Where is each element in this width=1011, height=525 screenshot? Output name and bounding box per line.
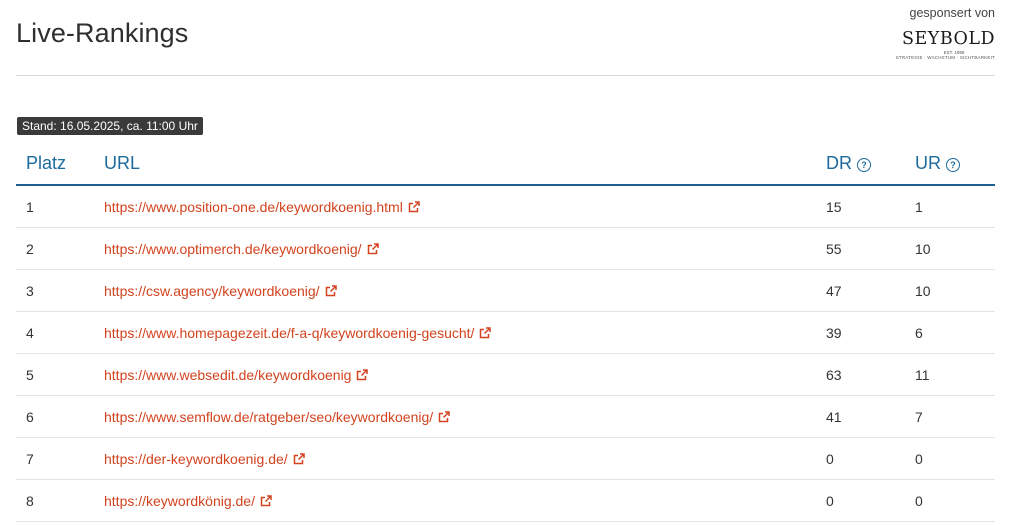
rank-cell: 5: [16, 353, 104, 396]
dr-cell: 41: [826, 395, 915, 438]
url-cell: https://keywordkönig.de/: [104, 479, 826, 522]
ranking-url-text: https://der-keywordkoenig.de/: [104, 450, 288, 467]
table-row: 8 https://keywordkönig.de/ 0 0: [16, 479, 995, 522]
table-header-row: Platz URL DR? UR?: [16, 142, 995, 186]
column-header-url-label: URL: [104, 152, 141, 173]
ranking-url-text: https://www.semflow.de/ratgeber/seo/keyw…: [104, 408, 434, 425]
dr-cell: 0: [826, 479, 915, 522]
column-header-platz: Platz: [16, 142, 104, 186]
sponsor-logo-tagline: STRATEGIE · WACHSTUM · SICHTBARKEIT: [895, 55, 995, 60]
header-divider: [16, 75, 995, 76]
rankings-table: Platz URL DR? UR? 1 https://www.position…: [16, 142, 995, 522]
url-cell: https://www.position-one.de/keywordkoeni…: [104, 185, 826, 228]
ur-cell: 1: [915, 185, 995, 228]
column-header-ur: UR?: [915, 142, 995, 186]
ranking-url-link[interactable]: https://der-keywordkoenig.de/: [104, 451, 305, 467]
rank-cell: 2: [16, 227, 104, 270]
rank-cell: 1: [16, 185, 104, 228]
ranking-url-text: https://www.position-one.de/keywordkoeni…: [104, 198, 403, 215]
sponsor-logo-wordmark: SEYBOLD: [902, 29, 995, 49]
table-row: 3 https://csw.agency/keywordkoenig/ 47 1…: [16, 269, 995, 312]
external-link-icon: [260, 494, 272, 506]
ranking-url-link[interactable]: https://www.position-one.de/keywordkoeni…: [104, 199, 420, 215]
external-link-icon: [438, 410, 450, 422]
ur-cell: 0: [915, 437, 995, 480]
ranking-url-link[interactable]: https://www.semflow.de/ratgeber/seo/keyw…: [104, 409, 450, 425]
ur-cell: 10: [915, 227, 995, 270]
external-link-icon: [480, 326, 492, 338]
ranking-url-text: https://www.homepagezeit.de/f-a-q/keywor…: [104, 324, 475, 341]
url-cell: https://csw.agency/keywordkoenig/: [104, 269, 826, 312]
stand-badge: Stand: 16.05.2025, ca. 11:00 Uhr: [17, 117, 203, 135]
table-row: 4 https://www.homepagezeit.de/f-a-q/keyw…: [16, 311, 995, 354]
ranking-url-link[interactable]: https://www.optimerch.de/keywordkoenig/: [104, 241, 379, 257]
ranking-url-link[interactable]: https://keywordkönig.de/: [104, 493, 272, 509]
table-row: 7 https://der-keywordkoenig.de/ 0 0: [16, 437, 995, 480]
page-title: Live-Rankings: [16, 18, 189, 48]
sponsor-logo[interactable]: SEYBOLD EST. 1999 STRATEGIE · WACHSTUM ·…: [885, 30, 995, 61]
ranking-url-text: https://keywordkönig.de/: [104, 492, 255, 509]
column-header-dr-label: DR: [826, 152, 852, 173]
dr-help-icon[interactable]: ?: [857, 157, 871, 172]
ur-help-icon[interactable]: ?: [946, 157, 960, 172]
external-link-icon: [367, 242, 379, 254]
ranking-url-link[interactable]: https://www.homepagezeit.de/f-a-q/keywor…: [104, 324, 492, 341]
column-header-url: URL: [104, 142, 826, 186]
column-header-dr: DR?: [826, 142, 915, 186]
table-row: 2 https://www.optimerch.de/keywordkoenig…: [16, 227, 995, 270]
external-link-icon: [293, 452, 305, 464]
ranking-url-text: https://www.websedit.de/keywordkoenig: [104, 366, 352, 383]
url-cell: https://www.websedit.de/keywordkoenig: [104, 353, 826, 396]
url-cell: https://www.homepagezeit.de/f-a-q/keywor…: [104, 311, 826, 354]
rank-cell: 8: [16, 479, 104, 522]
ranking-url-text: https://csw.agency/keywordkoenig/: [104, 282, 320, 299]
ur-cell: 6: [915, 311, 995, 354]
table-row: 6 https://www.semflow.de/ratgeber/seo/ke…: [16, 395, 995, 438]
ranking-url-text: https://www.optimerch.de/keywordkoenig/: [104, 240, 362, 257]
ranking-url-link[interactable]: https://csw.agency/keywordkoenig/: [104, 283, 337, 299]
dr-cell: 63: [826, 353, 915, 396]
dr-cell: 55: [826, 227, 915, 270]
column-header-platz-label: Platz: [26, 152, 67, 173]
external-link-icon: [325, 284, 337, 296]
ur-cell: 10: [915, 269, 995, 312]
external-link-icon: [408, 200, 420, 212]
rankings-table-body: 1 https://www.position-one.de/keywordkoe…: [16, 185, 995, 522]
dr-cell: 15: [826, 185, 915, 228]
rank-cell: 6: [16, 395, 104, 438]
table-row: 5 https://www.websedit.de/keywordkoenig …: [16, 353, 995, 396]
dr-cell: 39: [826, 311, 915, 354]
table-row: 1 https://www.position-one.de/keywordkoe…: [16, 185, 995, 228]
ranking-url-link[interactable]: https://www.websedit.de/keywordkoenig: [104, 366, 369, 383]
rank-cell: 4: [16, 311, 104, 354]
dr-cell: 0: [826, 437, 915, 480]
url-cell: https://der-keywordkoenig.de/: [104, 437, 826, 480]
column-header-ur-label: UR: [915, 152, 941, 173]
url-cell: https://www.optimerch.de/keywordkoenig/: [104, 227, 826, 270]
rank-cell: 7: [16, 437, 104, 480]
live-rankings-page: Live-Rankings gesponsert von SEYBOLD EST…: [16, 0, 995, 525]
dr-cell: 47: [826, 269, 915, 312]
ur-cell: 7: [915, 395, 995, 438]
sponsor-text: gesponsert von: [909, 6, 995, 20]
sponsor-block: gesponsert von SEYBOLD EST. 1999 STRATEG…: [885, 6, 995, 61]
ur-cell: 0: [915, 479, 995, 522]
rank-cell: 3: [16, 269, 104, 312]
url-cell: https://www.semflow.de/ratgeber/seo/keyw…: [104, 395, 826, 438]
ur-cell: 11: [915, 353, 995, 396]
external-link-icon: [357, 368, 369, 380]
